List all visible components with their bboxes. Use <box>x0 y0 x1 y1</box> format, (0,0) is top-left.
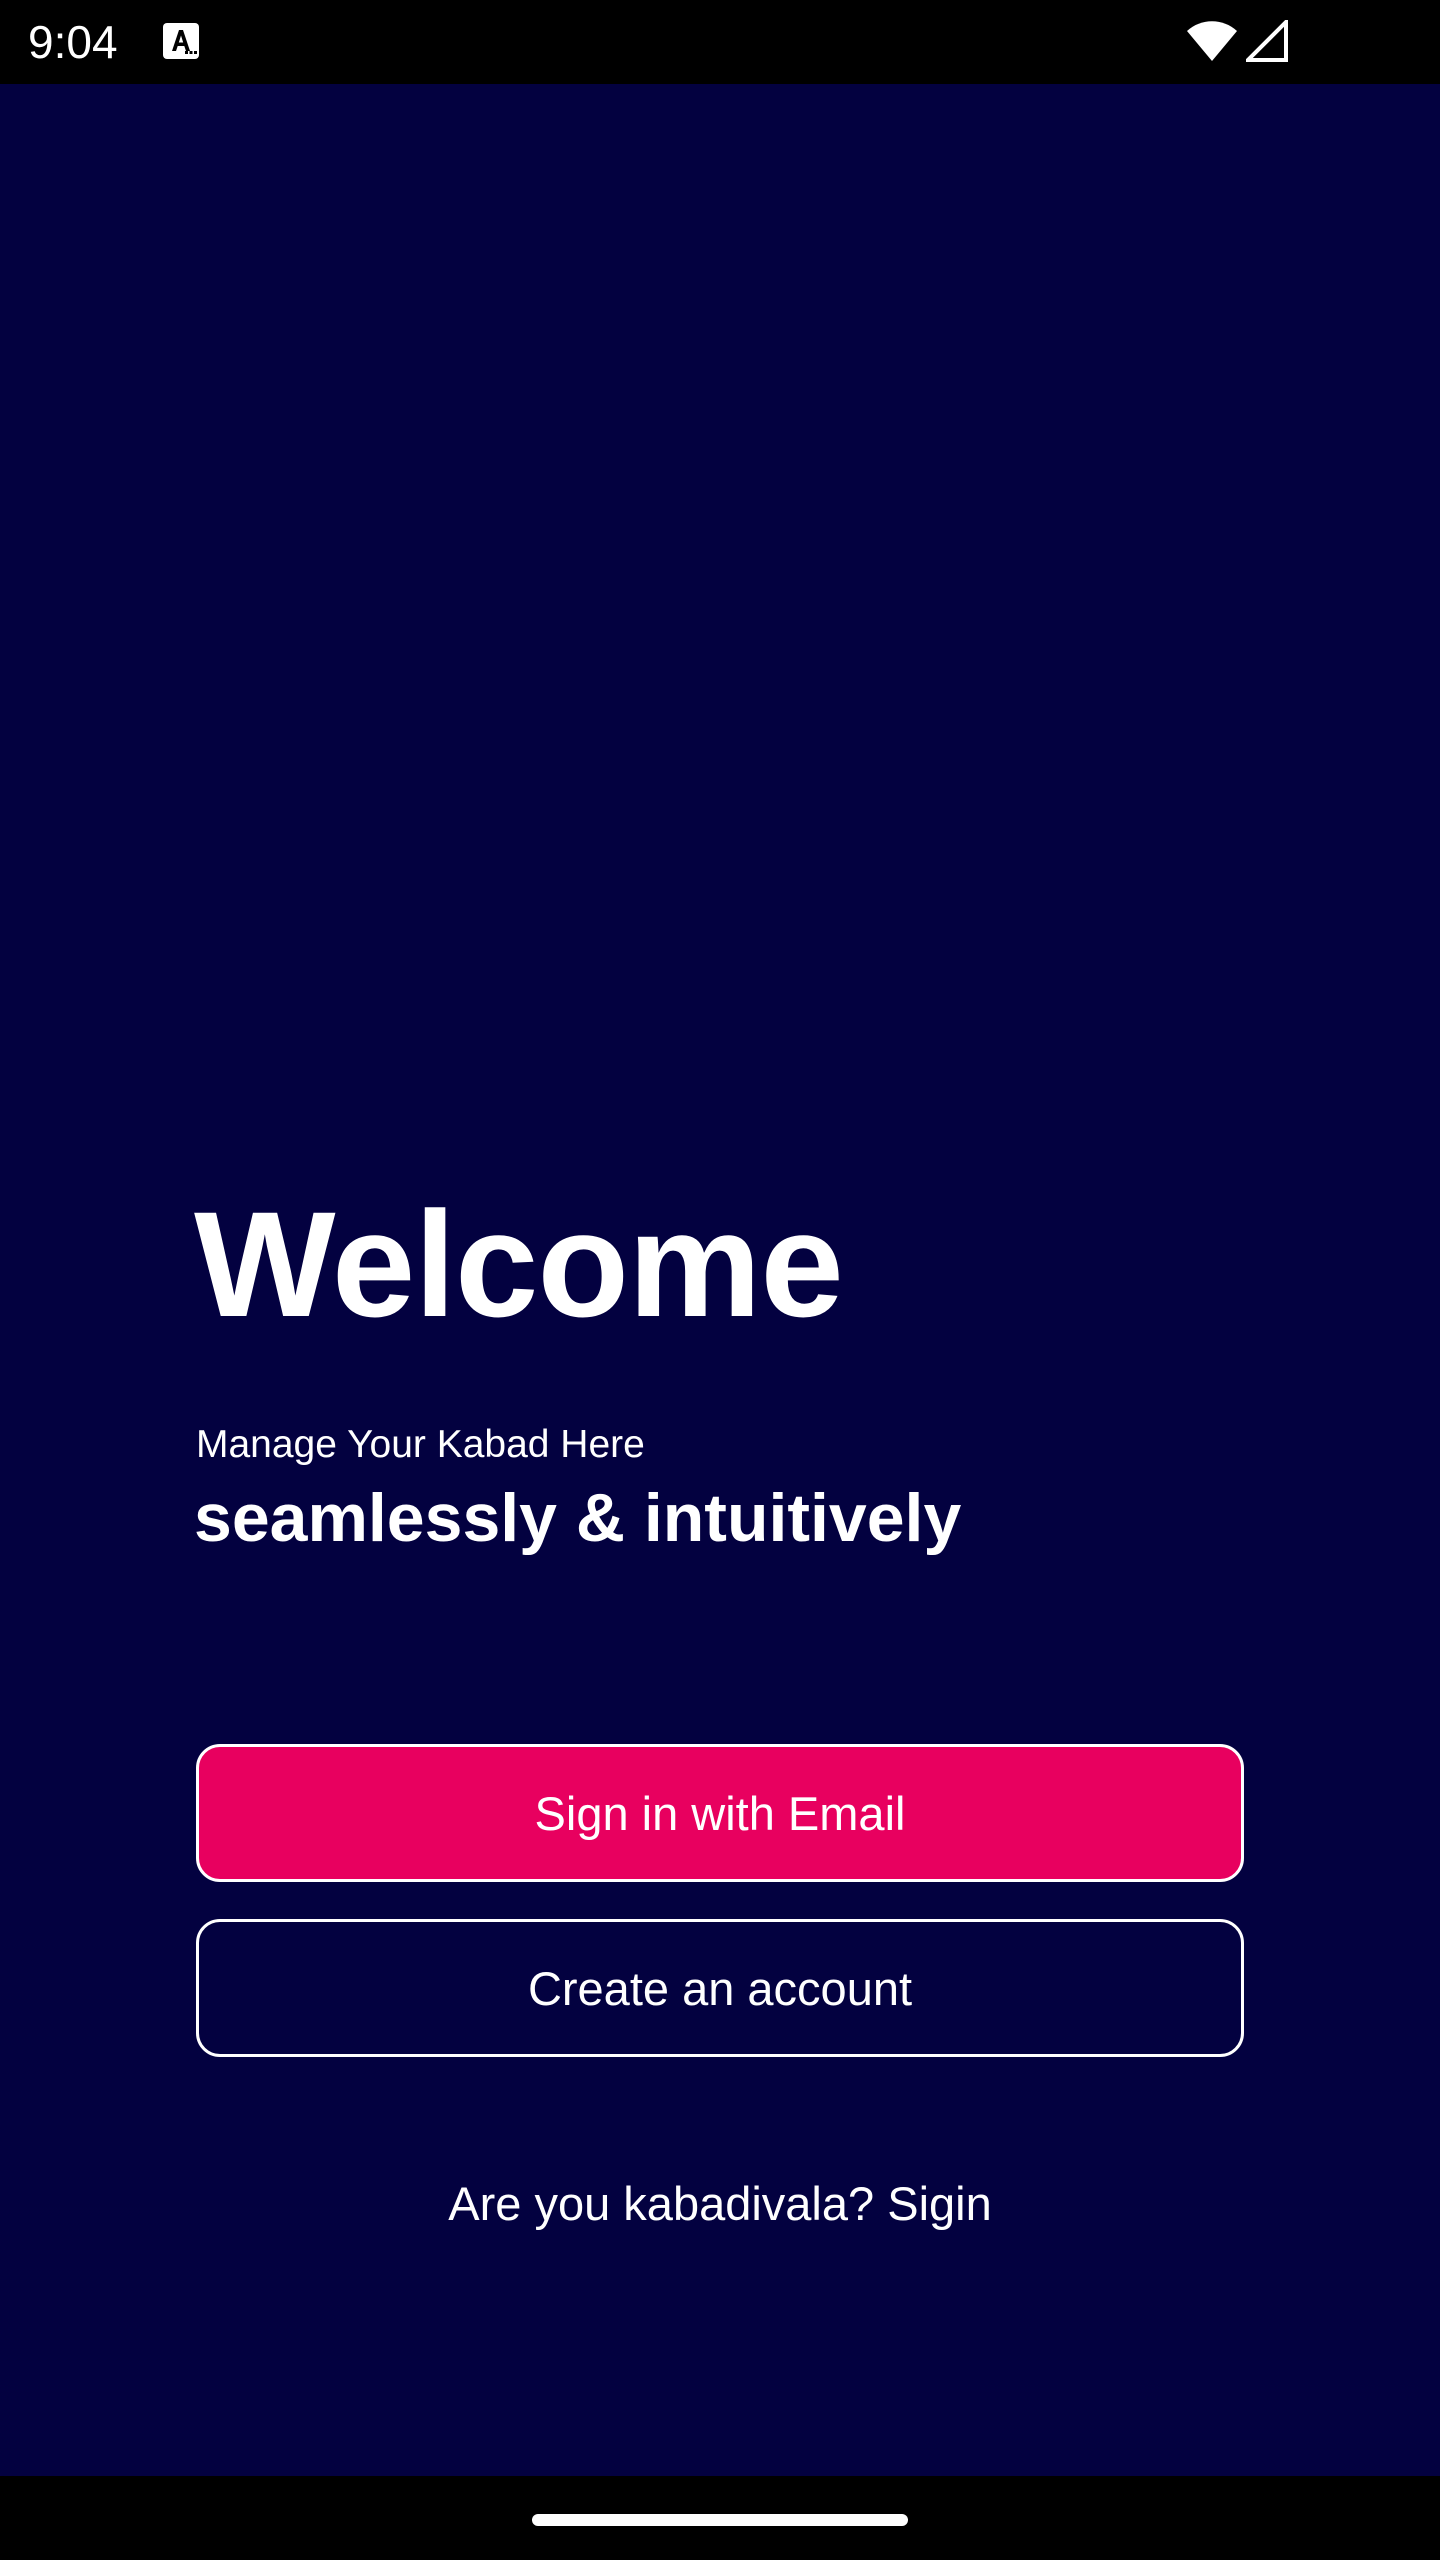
font-a-icon <box>162 22 200 60</box>
wifi-icon <box>1186 20 1238 62</box>
home-indicator[interactable] <box>532 2514 908 2526</box>
status-bar: 9:04 <box>0 0 1440 84</box>
sign-in-email-button[interactable]: Sign in with Email <box>196 1744 1244 1882</box>
welcome-title: Welcome <box>194 1180 844 1348</box>
vendor-signin-link[interactable]: Are you kabadivala? Sigin <box>0 2174 1440 2234</box>
navigation-bar <box>0 2476 1440 2560</box>
screen: 9:04 Welcome Manage Your Kabad Here seam… <box>0 0 1440 2560</box>
tagline-subtitle: Manage Your Kabad Here <box>196 1423 645 1466</box>
cell-signal-icon <box>1243 17 1288 62</box>
create-account-button[interactable]: Create an account <box>196 1919 1244 2057</box>
welcome-screen: Welcome Manage Your Kabad Here seamlessl… <box>0 84 1440 2476</box>
status-time: 9:04 <box>28 16 118 68</box>
tagline-headline: seamlessly & intuitively <box>194 1480 962 1556</box>
